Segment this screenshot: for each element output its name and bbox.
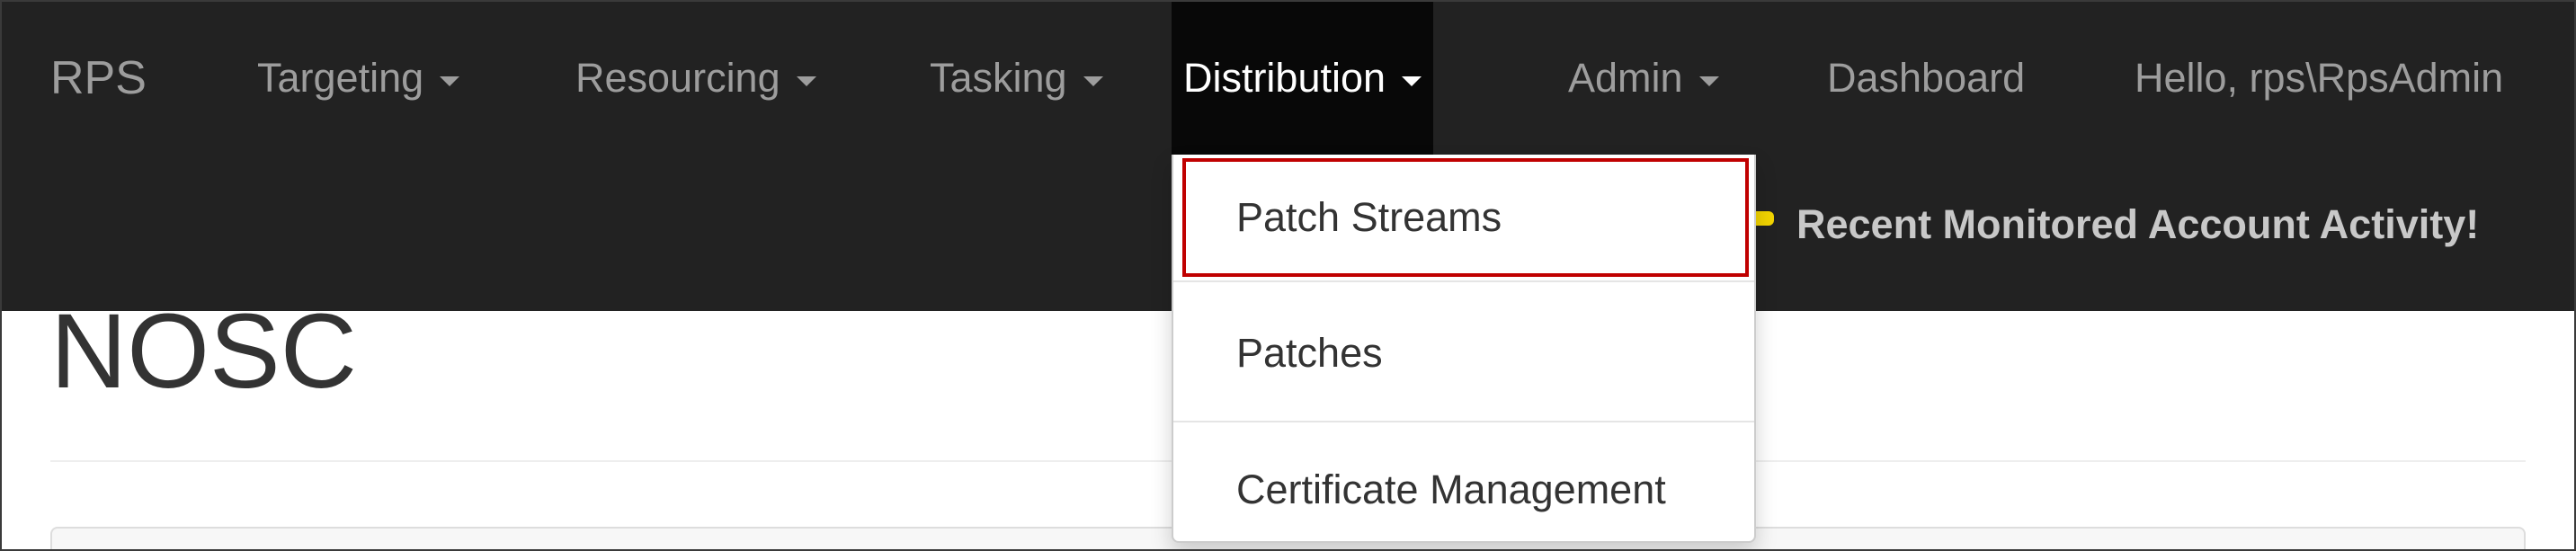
caret-down-icon [440,76,460,86]
menu-divider [1173,421,1754,422]
nav-dashboard-label: Dashboard [1827,55,2026,101]
menu-item-label: Patches [1236,330,1383,376]
nav-distribution[interactable]: Distribution [1172,2,1433,155]
page-title: NOSC [50,292,357,411]
nav-distribution-label: Distribution [1182,55,1386,101]
account-activity-alert[interactable]: Recent Monitored Account Activity! [1746,201,2479,248]
menu-item-certificate-management[interactable]: Certificate Management [1173,458,1754,521]
menu-divider [1173,280,1754,282]
caret-down-icon [1083,76,1103,86]
menu-item-label: Certificate Management [1236,467,1666,512]
app-window: RPS Targeting Resourcing Tasking Distrib… [0,0,2576,551]
menu-item-patches[interactable]: Patches [1173,322,1754,385]
nav-targeting[interactable]: Targeting [257,2,460,155]
menu-item-label: Patch Streams [1236,194,1502,240]
distribution-dropdown-menu: Patch Streams Patches Certificate Manage… [1172,155,1756,543]
nav-resourcing-label: Resourcing [575,55,780,101]
nav-dashboard[interactable]: Dashboard [1827,2,2025,155]
nav-tasking[interactable]: Tasking [930,2,1103,155]
nav-admin[interactable]: Admin [1568,2,1719,155]
user-greeting[interactable]: Hello, rps\RpsAdmin [2135,2,2503,155]
nav-admin-label: Admin [1568,55,1683,101]
caret-down-icon [796,76,816,86]
nav-targeting-label: Targeting [257,55,424,101]
caret-down-icon [1698,76,1719,86]
caret-down-icon [1402,76,1422,86]
alert-text: Recent Monitored Account Activity! [1796,201,2480,247]
menu-item-patch-streams[interactable]: Patch Streams [1182,158,1749,277]
nav-tasking-label: Tasking [930,55,1067,101]
brand-link[interactable]: RPS [50,2,147,155]
nav-resourcing[interactable]: Resourcing [575,2,816,155]
